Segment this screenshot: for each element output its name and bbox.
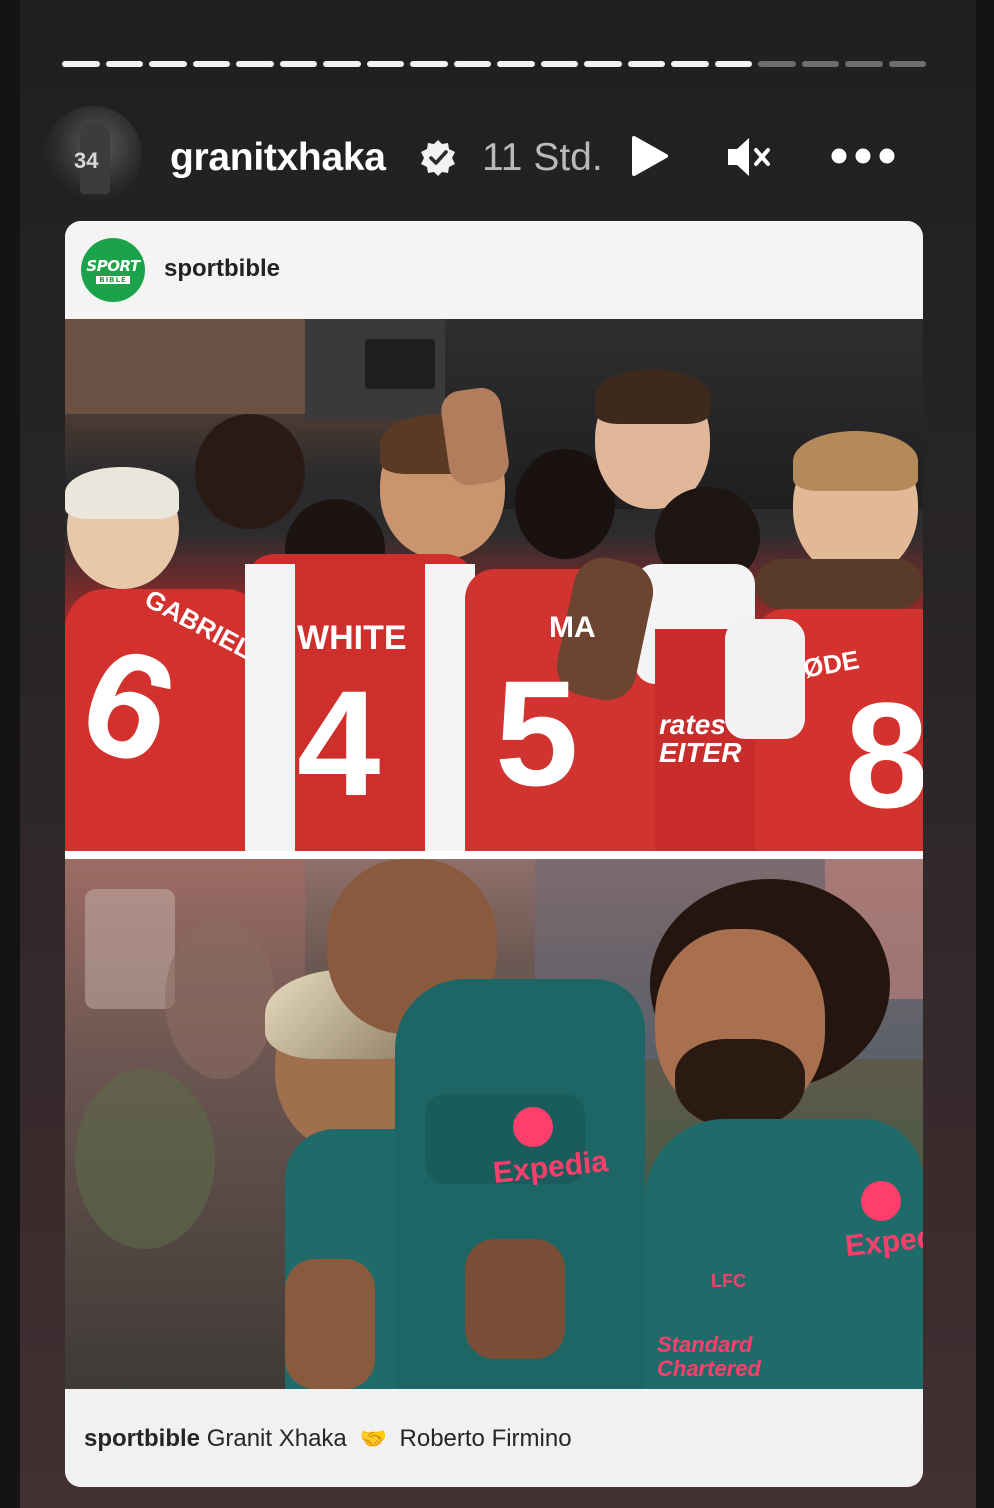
sleeve-sponsor: Standard Chartered (657, 1332, 761, 1381)
caption-bar: sportbible Granit Xhaka 🤝 Roberto Firmin… (65, 1389, 923, 1487)
handshake-emoji-icon: 🤝 (359, 1427, 387, 1452)
story-progress-bar (62, 61, 926, 67)
sportbible-logo[interactable]: SPORT BIBLE (81, 238, 145, 302)
story-header: 34 granitxhaka 11 Std. (44, 106, 924, 206)
progress-segment (410, 61, 448, 67)
logo-text-bible: BIBLE (96, 275, 130, 284)
progress-segment (149, 61, 187, 67)
club-crest: LFC (711, 1271, 746, 1291)
jersey-name-2: WHITE (297, 619, 407, 657)
post-time: 11 Std. (482, 136, 603, 179)
speaker-muted-icon[interactable] (724, 134, 774, 180)
progress-segment (627, 61, 665, 67)
progress-segment (801, 61, 839, 67)
jersey-number-2: 4 (297, 659, 381, 827)
jersey-number-4: 8 (845, 671, 923, 839)
caption: sportbible Granit Xhaka 🤝 Roberto Firmin… (84, 1425, 572, 1453)
screen-edge-right (976, 0, 994, 1508)
progress-segment (366, 61, 404, 67)
expedia-logo-icon (513, 1107, 553, 1147)
jersey-sponsor-fragment: rates EITER (659, 709, 742, 768)
story-viewer[interactable]: 34 granitxhaka 11 Std. SPORT BIBLE sport… (0, 0, 994, 1508)
shared-post-card[interactable]: SPORT BIBLE sportbible GABRIEL 6 WHITE 4… (65, 221, 923, 1487)
caption-text-before: Granit Xhaka (206, 1425, 347, 1452)
progress-segment (323, 61, 361, 67)
caption-username[interactable]: sportbible (84, 1425, 200, 1452)
avatar[interactable]: 34 (44, 106, 142, 204)
progress-segment (671, 61, 709, 67)
screen-edge-left (0, 0, 20, 1508)
progress-segment (279, 61, 317, 67)
progress-segment (584, 61, 622, 67)
caption-text-after: Roberto Firmino (399, 1425, 572, 1452)
verified-badge-icon (421, 140, 455, 176)
progress-segment (192, 61, 230, 67)
progress-segment (845, 61, 883, 67)
progress-segment (497, 61, 535, 67)
photo-divider (65, 851, 923, 859)
progress-segment (714, 61, 752, 67)
play-icon[interactable] (628, 134, 670, 178)
jersey-name-3: MA (549, 611, 596, 644)
shared-post-author[interactable]: sportbible (164, 255, 280, 283)
shared-post-header: SPORT BIBLE sportbible (65, 221, 923, 319)
photo-liverpool-players: Expedia Expedi LFC Standard Chartered (65, 859, 923, 1389)
progress-segment (236, 61, 274, 67)
progress-segment (105, 61, 143, 67)
photo-arsenal-celebration: GABRIEL 6 WHITE 4 MA 5 ØDE 8 rates EITER (65, 319, 923, 851)
username[interactable]: granitxhaka (170, 136, 386, 180)
logo-text-sport: SPORT (86, 256, 140, 275)
progress-segment (888, 61, 926, 67)
progress-segment (540, 61, 578, 67)
jersey-number-3: 5 (495, 649, 579, 817)
expedia-logo-icon-2 (861, 1181, 901, 1221)
more-horizontal-icon[interactable] (830, 146, 896, 166)
progress-segment (453, 61, 491, 67)
progress-segment (62, 61, 100, 67)
avatar-jersey-number: 34 (74, 148, 99, 173)
progress-segment (758, 61, 796, 67)
